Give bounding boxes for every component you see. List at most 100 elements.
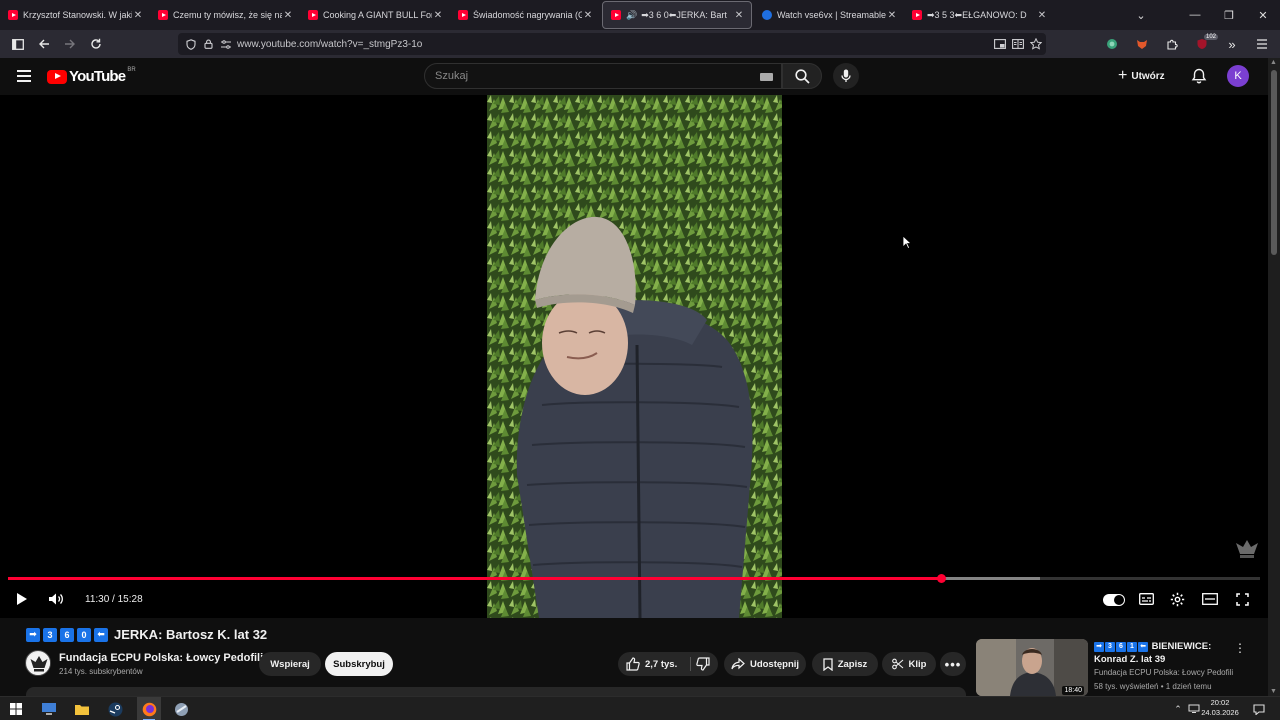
- close-tab-icon[interactable]: ✕: [1036, 10, 1048, 21]
- close-tab-icon[interactable]: ✕: [132, 10, 144, 21]
- scrubber-handle[interactable]: [936, 574, 946, 583]
- mouse-cursor-icon: [902, 235, 912, 249]
- more-vertical-icon[interactable]: ⋮: [1234, 641, 1246, 655]
- notifications-bell-icon[interactable]: [1190, 67, 1208, 85]
- more-actions-button[interactable]: •••: [940, 652, 966, 676]
- permissions-icon[interactable]: [221, 39, 231, 49]
- clip-label: Klip: [908, 658, 927, 670]
- browser-tab-active[interactable]: 🔊 ➡3 6 0⬅JERKA: Bart ✕: [602, 1, 752, 29]
- subscribe-label: Subskrybuj: [333, 658, 385, 670]
- theater-mode-button[interactable]: [1201, 590, 1218, 608]
- notification-center-icon[interactable]: [1250, 700, 1268, 718]
- scrollbar-thumb[interactable]: [1271, 70, 1277, 255]
- url-text[interactable]: www.youtube.com/watch?v=_stmgPz3-1o: [237, 39, 422, 50]
- browser-tab[interactable]: ➡3 5 3⬅EŁGANOWO: D ✕: [904, 1, 1054, 29]
- browser-tab[interactable]: Czemu ty mówisz, że się na cieb ✕: [150, 1, 300, 29]
- browser-tab[interactable]: Krzysztof Stanowski. W jakiej sp ✕: [0, 1, 150, 29]
- support-button[interactable]: Wspieraj: [259, 652, 321, 676]
- keyboard-icon[interactable]: [760, 73, 773, 81]
- lock-icon[interactable]: [204, 39, 213, 49]
- address-bar[interactable]: www.youtube.com/watch?v=_stmgPz3-1o: [178, 33, 1046, 55]
- page-scrollbar[interactable]: ▲ ▼: [1268, 58, 1280, 696]
- back-icon[interactable]: [32, 32, 56, 56]
- list-tabs-icon[interactable]: ⌄: [1124, 9, 1158, 22]
- browser-tab[interactable]: Watch vse6vx | Streamable ✕: [754, 1, 904, 29]
- time-display: 11:30 / 15:28: [85, 594, 143, 605]
- windows-start-icon[interactable]: [7, 700, 25, 718]
- scroll-down-arrow-icon[interactable]: ▼: [1270, 688, 1277, 695]
- menu-icon[interactable]: [1250, 32, 1274, 56]
- channel-name[interactable]: Fundacja ECPU Polska: Łowcy Pedofili: [59, 652, 263, 664]
- settings-button[interactable]: [1169, 590, 1185, 608]
- app-icon[interactable]: [172, 700, 190, 718]
- picture-in-picture-icon[interactable]: [994, 39, 1006, 49]
- close-window-icon[interactable]: ✕: [1246, 9, 1280, 22]
- create-button[interactable]: + Utwórz: [1118, 66, 1165, 86]
- search-button[interactable]: [782, 63, 822, 89]
- reader-view-icon[interactable]: [1012, 39, 1024, 49]
- account-avatar[interactable]: K: [1227, 65, 1249, 87]
- subtitles-button[interactable]: [1138, 590, 1154, 608]
- close-tab-icon[interactable]: ✕: [886, 10, 898, 21]
- extension-globe-icon[interactable]: [1100, 32, 1124, 56]
- video-player[interactable]: 11:30 / 15:28: [0, 95, 1268, 618]
- title-keycap: 0: [77, 627, 91, 642]
- extensions-puzzle-icon[interactable]: [1160, 32, 1184, 56]
- firefox-icon[interactable]: [140, 700, 158, 718]
- close-tab-icon[interactable]: ✕: [582, 10, 594, 21]
- tab-title: Cooking A GIANT BULL For A G: [323, 10, 432, 20]
- related-video-title[interactable]: ➡ 3 6 1 ⬅ BIENIEWICE: Konrad Z. lat 39: [1094, 640, 1234, 666]
- system-clock[interactable]: 20:02 24.03.2026: [1200, 698, 1240, 718]
- file-explorer-icon[interactable]: [73, 700, 91, 718]
- channel-avatar[interactable]: [25, 650, 51, 676]
- dislike-button[interactable]: [696, 656, 710, 677]
- subscribe-button[interactable]: Subskrybuj: [325, 652, 393, 676]
- youtube-icon: [458, 10, 468, 20]
- speaker-icon[interactable]: 🔊: [626, 10, 637, 21]
- extension-fox-icon[interactable]: [1130, 32, 1154, 56]
- search-icon: [794, 68, 810, 84]
- browser-tab[interactable]: Świadomość nagrywania (Giełd ✕: [450, 1, 600, 29]
- browser-tab-strip: Krzysztof Stanowski. W jakiej sp ✕ Czemu…: [0, 0, 1280, 30]
- scroll-up-arrow-icon[interactable]: ▲: [1270, 59, 1277, 66]
- minimize-icon[interactable]: —: [1178, 9, 1212, 21]
- like-button[interactable]: 2,7 tys.: [626, 652, 677, 676]
- share-button[interactable]: Udostępnij: [724, 652, 806, 676]
- autoplay-toggle[interactable]: [1103, 594, 1125, 606]
- clip-button[interactable]: Klip: [882, 652, 936, 676]
- play-button[interactable]: [14, 590, 30, 608]
- desktop-app-icon[interactable]: [40, 700, 58, 718]
- tab-title: Watch vse6vx | Streamable: [777, 10, 886, 20]
- video-still-image: [487, 95, 782, 618]
- video-frame[interactable]: [487, 95, 782, 618]
- guide-menu-icon[interactable]: [17, 70, 31, 85]
- volume-button[interactable]: [47, 590, 65, 608]
- reload-icon[interactable]: [84, 32, 108, 56]
- close-tab-icon[interactable]: ✕: [733, 10, 745, 21]
- fullscreen-button[interactable]: [1234, 590, 1250, 608]
- description-box[interactable]: [26, 687, 966, 696]
- voice-search-button[interactable]: [833, 63, 859, 89]
- title-keycap: 6: [60, 627, 74, 642]
- related-channel-name[interactable]: Fundacja ECPU Polska: Łowcy Pedofili: [1094, 668, 1233, 677]
- restore-icon[interactable]: ❐: [1212, 9, 1246, 22]
- steam-icon[interactable]: [106, 700, 124, 718]
- more-tools-icon[interactable]: »: [1220, 32, 1244, 56]
- progress-bar[interactable]: [8, 574, 1260, 583]
- play-icon: [17, 593, 27, 605]
- search-input[interactable]: Szukaj: [424, 63, 782, 89]
- close-tab-icon[interactable]: ✕: [432, 10, 444, 21]
- bookmark-star-icon[interactable]: [1030, 38, 1042, 50]
- browser-tab[interactable]: Cooking A GIANT BULL For A G ✕: [300, 1, 450, 29]
- close-tab-icon[interactable]: ✕: [282, 10, 294, 21]
- save-button[interactable]: Zapisz: [812, 652, 878, 676]
- sidebar-icon[interactable]: [6, 32, 30, 56]
- fullscreen-icon: [1235, 592, 1249, 606]
- related-video-thumbnail[interactable]: 18:40: [976, 639, 1088, 696]
- forward-icon[interactable]: [58, 32, 82, 56]
- shield-icon[interactable]: [186, 38, 196, 50]
- theater-icon: [1201, 593, 1218, 605]
- youtube-logo[interactable]: YouTube BR: [47, 67, 136, 85]
- channel-watermark-logo[interactable]: [1234, 538, 1260, 560]
- extension-ublock-icon[interactable]: 102: [1190, 32, 1218, 56]
